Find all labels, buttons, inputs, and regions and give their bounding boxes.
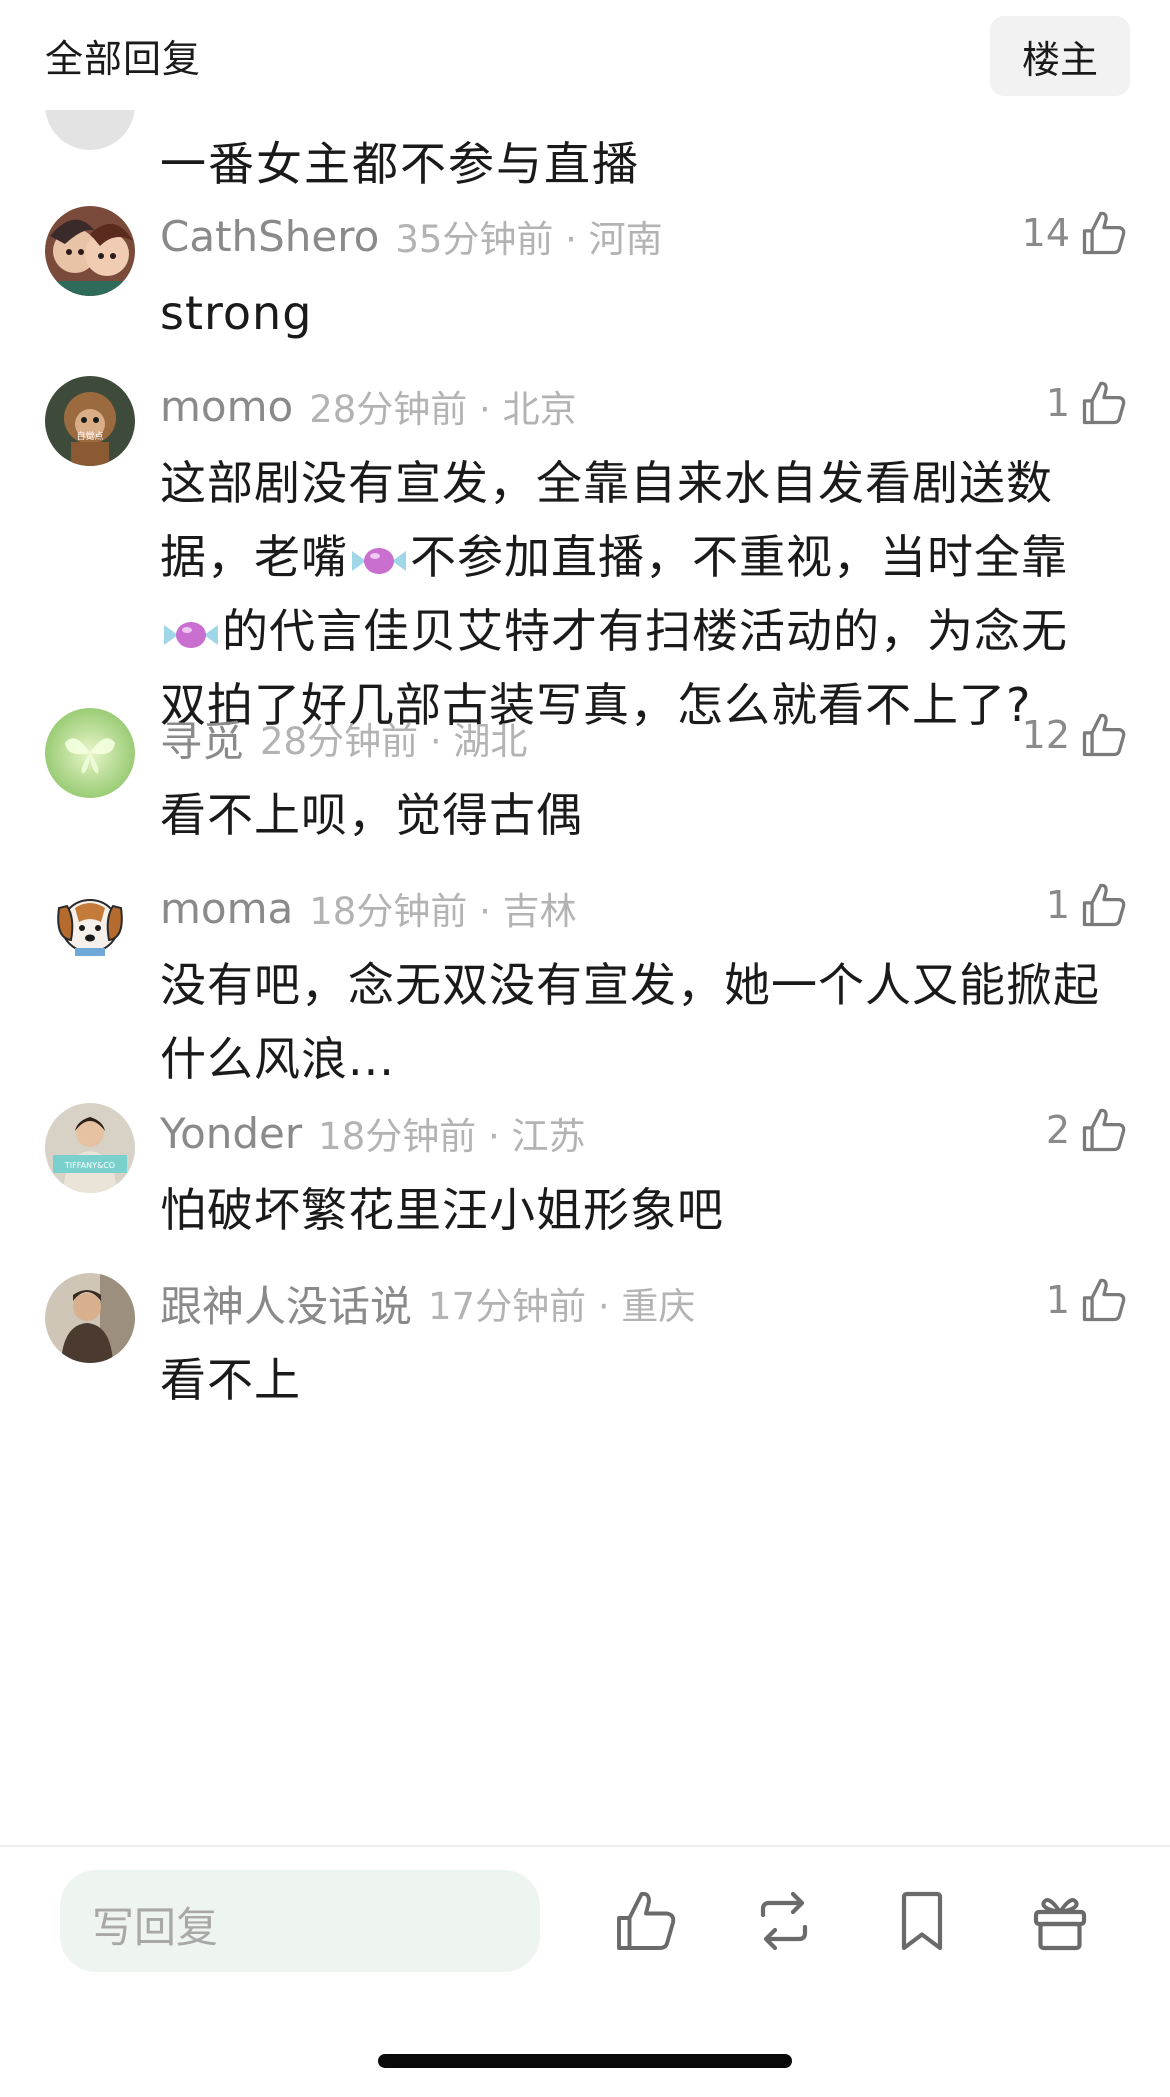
comment-text: strong (160, 286, 313, 340)
header: 全部回复 楼主 (0, 0, 1170, 110)
like-count: 2 (1045, 1108, 1070, 1152)
comment-meta: moma 18分钟前 · 吉林 (160, 878, 577, 938)
man-photo-avatar[interactable] (45, 1273, 135, 1363)
comment-text: 看不上呗，觉得古偶 (160, 788, 583, 842)
page-title: 全部回复 (45, 37, 202, 81)
woman-photo-avatar[interactable]: TIFFANY&CO (45, 1103, 135, 1193)
like-count: 12 (1021, 713, 1070, 757)
like-count: 14 (1021, 211, 1070, 255)
comment-meta: Yonder 18分钟前 · 江苏 (160, 1103, 586, 1163)
like-button[interactable]: 1 (1046, 370, 1130, 436)
like-button[interactable]: 14 (1022, 200, 1130, 266)
comment-meta: 跟神人没话说 17分钟前 · 重庆 (160, 1273, 695, 1333)
butterfly-avatar[interactable] (45, 708, 135, 798)
dog-avatar[interactable] (45, 878, 135, 968)
like-icon[interactable] (610, 1885, 682, 1957)
thumbs-up-icon (1082, 1108, 1126, 1152)
candy-emoji-icon (352, 547, 406, 574)
thumbs-up-icon (1082, 1278, 1126, 1322)
like-button[interactable]: 1 (1046, 872, 1130, 938)
monkey-avatar[interactable]: 自觉点 (45, 376, 135, 466)
time-location: 18分钟前 · 吉林 (309, 890, 577, 933)
like-button[interactable]: 12 (1022, 702, 1130, 768)
comment-meta: momo 28分钟前 · 北京 (160, 376, 577, 436)
thumbs-up-icon (1082, 211, 1126, 255)
time-location: 18分钟前 · 江苏 (318, 1115, 586, 1158)
comment-text: 没有吧，念无双没有宣发，她一个人又能掀起什么风浪... (160, 958, 1100, 1086)
repost-icon[interactable] (748, 1885, 820, 1957)
comment-text: 这部剧没有宣发，全靠自来水自发看剧送数据，老嘴 不参加直播，不重视，当时全靠的代言… (160, 446, 1110, 742)
username[interactable]: Yonder (160, 1109, 302, 1158)
like-count: 1 (1045, 381, 1070, 425)
comment-text: 看不上 (160, 1353, 301, 1407)
username[interactable]: momo (160, 382, 293, 431)
like-count: 1 (1045, 1278, 1070, 1322)
gift-icon[interactable] (1024, 1885, 1096, 1957)
reply-placeholder: 写回复 (92, 1903, 219, 1952)
username[interactable]: 寻觅 (160, 708, 244, 769)
op-only-button[interactable]: 楼主 (990, 16, 1130, 96)
thumbs-up-icon (1082, 381, 1126, 425)
like-button[interactable]: 1 (1046, 1267, 1130, 1333)
anime-couple-avatar[interactable] (45, 206, 135, 296)
comment-text: 怕破坏繁花里汪小姐形象吧 (160, 1183, 724, 1237)
bottom-divider (0, 1845, 1170, 1847)
home-indicator (378, 2054, 792, 2068)
comment-meta: CathShero 35分钟前 · 河南 (160, 206, 663, 266)
username[interactable]: CathShero (160, 212, 379, 261)
username[interactable]: 跟神人没话说 (160, 1273, 412, 1334)
bookmark-icon[interactable] (886, 1885, 958, 1957)
username[interactable]: moma (160, 884, 293, 933)
comment-meta: 寻觅 28分钟前 · 湖北 (160, 708, 527, 768)
comment-text-part: 不参加直播，不重视，当时全靠 (410, 530, 1068, 584)
thumbs-up-icon (1082, 713, 1126, 757)
candy-emoji-icon (164, 621, 218, 648)
time-location: 35分钟前 · 河南 (395, 218, 663, 261)
previous-comment-text: 一番女主都不参与直播 (160, 137, 640, 191)
thumbs-up-icon (1082, 883, 1126, 927)
time-location: 28分钟前 · 北京 (309, 388, 577, 431)
time-location: 28分钟前 · 湖北 (260, 720, 528, 763)
like-count: 1 (1045, 883, 1070, 927)
avatar-label: TIFFANY&CO (64, 1161, 115, 1170)
reply-input[interactable]: 写回复 (60, 1870, 540, 1972)
like-button[interactable]: 2 (1046, 1097, 1130, 1163)
avatar-label: 自觉点 (76, 430, 103, 442)
time-location: 17分钟前 · 重庆 (428, 1285, 696, 1328)
